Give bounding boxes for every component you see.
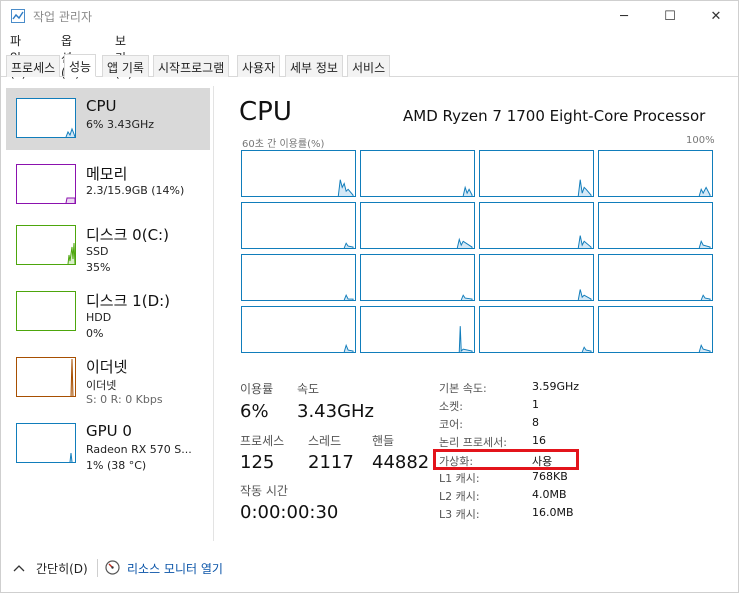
graph-max-label: 100%: [686, 135, 715, 146]
sidebar-item-detail: 0%: [86, 327, 104, 340]
virtualization-highlight-box: [433, 449, 579, 470]
sidebar-item-title: 디스크 1(D:): [86, 292, 171, 310]
core-graph: [241, 202, 356, 249]
core-graph: [479, 306, 594, 353]
sidebar-item-subtitle: HDD: [86, 311, 112, 324]
core-graph: [598, 202, 713, 249]
threads-label: 스레드: [308, 434, 342, 448]
sidebar-item-gpu0[interactable]: GPU 0 Radeon RX 570 S... 1% (38 °C): [6, 413, 210, 475]
memory-thumbnail-graph: [16, 164, 76, 204]
maximize-button[interactable]: ☐: [647, 1, 693, 31]
tab-processes[interactable]: 프로세스: [6, 55, 61, 77]
tab-details[interactable]: 세부 정보: [285, 55, 343, 77]
logical-processors-label: 논리 프로세서:: [439, 436, 507, 449]
tab-app-history[interactable]: 앱 기록: [102, 55, 149, 77]
core-graph: [241, 254, 356, 301]
l2-cache-label: L2 캐시:: [439, 490, 480, 503]
sidebar-item-detail: 35%: [86, 261, 111, 274]
sidebar-item-disk0[interactable]: 디스크 0(C:) SSD 35%: [6, 215, 210, 277]
uptime-value: 0:00:00:30: [240, 502, 339, 523]
sidebar-item-ethernet[interactable]: 이더넷 이더넷 S: 0 R: 0 Kbps: [6, 347, 210, 409]
base-speed-label: 기본 속도:: [439, 382, 487, 395]
title-bar: 작업 관리자 ─ ☐ ✕: [1, 1, 738, 31]
task-manager-icon: [11, 9, 25, 23]
footer-bar: 간단히(D) 리소스 모니터 열기: [1, 553, 738, 583]
resource-monitor-icon: [105, 560, 120, 575]
footer-divider: [97, 559, 98, 577]
disk0-thumbnail-graph: [16, 225, 76, 265]
core-graph: [360, 202, 475, 249]
page-title: CPU: [239, 97, 292, 127]
l3-cache-label: L3 캐시:: [439, 508, 480, 521]
tab-users[interactable]: 사용자: [237, 55, 281, 77]
core-graph: [598, 254, 713, 301]
collapse-button[interactable]: 간단히(D): [36, 560, 88, 577]
gpu-thumbnail-graph: [16, 423, 76, 463]
chevron-up-icon[interactable]: [13, 564, 25, 572]
sidebar-item-subtitle: Radeon RX 570 S...: [86, 443, 192, 456]
sidebar-item-memory[interactable]: 메모리 2.3/15.9GB (14%): [6, 154, 210, 216]
sidebar-item-title: CPU: [86, 97, 117, 115]
speed-value: 3.43GHz: [297, 401, 375, 422]
sockets-value: 1: [532, 398, 539, 411]
resource-sidebar: CPU 6% 3.43GHz 메모리 2.3/15.9GB (14%) 디스크 …: [1, 86, 214, 541]
tab-startup[interactable]: 시작프로그램: [153, 55, 230, 77]
cores-label: 코어:: [439, 418, 463, 431]
core-graph: [360, 150, 475, 197]
task-manager-window: 작업 관리자 ─ ☐ ✕ 파일(F) 옵션(O) 보기(V) 프로세스 성능 앱…: [0, 0, 739, 593]
core-graph: [360, 306, 475, 353]
logical-processors-value: 16: [532, 434, 546, 447]
core-graph: [598, 306, 713, 353]
close-button[interactable]: ✕: [693, 1, 739, 31]
sidebar-item-subtitle: 2.3/15.9GB (14%): [86, 184, 185, 197]
l2-cache-value: 4.0MB: [532, 488, 567, 501]
sidebar-item-detail: 1% (38 °C): [86, 459, 147, 472]
speed-label: 속도: [297, 382, 320, 396]
cpu-thumbnail-graph: [16, 98, 76, 138]
sidebar-item-title: 디스크 0(C:): [86, 226, 169, 244]
handles-value: 44882: [372, 452, 430, 473]
sidebar-item-title: 메모리: [86, 165, 128, 183]
utilization-value: 6%: [240, 401, 269, 422]
graph-caption: 60초 간 이용률(%): [242, 139, 325, 150]
sidebar-item-subtitle: 이더넷: [86, 379, 117, 392]
logical-processor-grid: [241, 150, 713, 355]
uptime-label: 작동 시간: [240, 484, 288, 498]
cores-value: 8: [532, 416, 539, 429]
sidebar-item-subtitle: 6% 3.43GHz: [86, 118, 155, 131]
core-graph: [360, 254, 475, 301]
utilization-label: 이용률: [240, 382, 274, 396]
core-graph: [479, 254, 594, 301]
ethernet-thumbnail-graph: [16, 357, 76, 397]
open-resource-monitor-link[interactable]: 리소스 모니터 열기: [127, 560, 223, 577]
disk1-thumbnail-graph: [16, 291, 76, 331]
base-speed-value: 3.59GHz: [532, 380, 580, 393]
sidebar-item-disk1[interactable]: 디스크 1(D:) HDD 0%: [6, 281, 210, 343]
sidebar-item-subtitle: SSD: [86, 245, 109, 258]
handles-label: 핸들: [372, 434, 395, 448]
l1-cache-value: 768KB: [532, 470, 568, 483]
l1-cache-label: L1 캐시:: [439, 472, 480, 485]
processes-value: 125: [240, 452, 275, 473]
minimize-button[interactable]: ─: [601, 1, 647, 31]
tab-bar: 프로세스 성능 앱 기록 시작프로그램 사용자 세부 정보 서비스: [1, 53, 738, 77]
cpu-model-name: AMD Ryzen 7 1700 Eight-Core Processor: [403, 107, 706, 125]
sidebar-item-detail: S: 0 R: 0 Kbps: [86, 393, 163, 406]
tab-performance[interactable]: 성능: [64, 54, 97, 77]
sidebar-item-title: GPU 0: [86, 422, 132, 440]
sidebar-item-title: 이더넷: [86, 358, 128, 376]
core-graph: [479, 150, 594, 197]
threads-value: 2117: [308, 452, 354, 473]
core-graph: [479, 202, 594, 249]
l3-cache-value: 16.0MB: [532, 506, 574, 519]
sidebar-item-cpu[interactable]: CPU 6% 3.43GHz: [6, 88, 210, 150]
core-graph: [241, 150, 356, 197]
window-title: 작업 관리자: [33, 10, 93, 24]
tab-services[interactable]: 서비스: [347, 55, 391, 77]
core-graph: [598, 150, 713, 197]
sockets-label: 소켓:: [439, 400, 463, 413]
processes-label: 프로세스: [240, 434, 285, 448]
core-graph: [241, 306, 356, 353]
